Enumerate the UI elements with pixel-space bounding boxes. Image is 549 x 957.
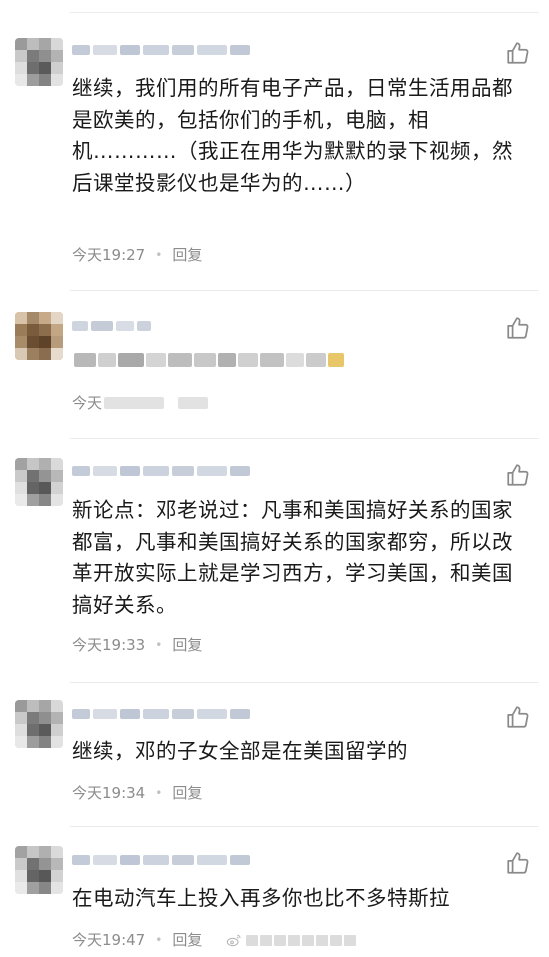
comment-meta: 今天19:27 • 回复 [72,244,202,265]
username[interactable] [72,42,252,58]
separator-dot: • [155,637,163,652]
comment-meta: 今天19:47 • 回复 [72,929,202,950]
avatar[interactable] [15,846,63,894]
thumbs-up-icon[interactable] [505,704,531,730]
comment-text: 在电动汽车上投入再多你也比不多特斯拉 [72,886,450,910]
reply-button[interactable]: 回复 [172,929,202,950]
thumbs-up-icon[interactable] [505,315,531,341]
separator-dot: • [155,785,163,800]
thumbs-up-icon[interactable] [505,462,531,488]
avatar[interactable] [15,38,63,86]
username[interactable] [72,706,252,722]
avatar[interactable] [15,312,63,360]
reply-button[interactable]: 回复 [172,782,202,803]
timestamp: 今天19:34 [72,784,146,802]
watermark [226,933,356,947]
divider [70,438,539,439]
top-divider [70,12,539,13]
weibo-icon [226,934,241,947]
comment-text: 继续，我们用的所有电子产品，日常生活用品都是欧美的，包括你们的手机，电脑，相机…… [72,76,513,195]
comment-meta: 今天19:34 • 回复 [72,782,202,803]
comment-text: 继续，邓的子女全部是在美国留学的 [72,739,408,763]
username[interactable] [72,463,252,479]
reply-button[interactable]: 回复 [172,244,202,265]
timestamp: 今天19:47 [72,931,146,949]
separator-dot: • [155,247,163,262]
divider [70,826,539,827]
comment-text: 新论点：邓老说过：凡事和美国搞好关系的国家都富，凡事和美国搞好关系的国家都穷，所… [72,498,513,617]
username[interactable] [72,852,252,868]
separator-dot: • [155,932,163,947]
timestamp: 今天 [72,394,103,412]
divider [70,290,539,291]
username[interactable] [72,318,152,334]
divider [70,682,539,683]
timestamp: 今天19:27 [72,246,146,264]
thumbs-up-icon[interactable] [505,40,531,66]
watermark-blurred-text [246,934,356,946]
comment-meta: 今天19:33 • 回复 [72,634,202,655]
avatar[interactable] [15,458,63,506]
timestamp: 今天19:33 [72,636,146,654]
comment-text [74,353,344,367]
reply-button[interactable]: 回复 [172,634,202,655]
comment-meta: 今天 [72,392,209,413]
thumbs-up-icon[interactable] [505,850,531,876]
avatar[interactable] [15,700,63,748]
